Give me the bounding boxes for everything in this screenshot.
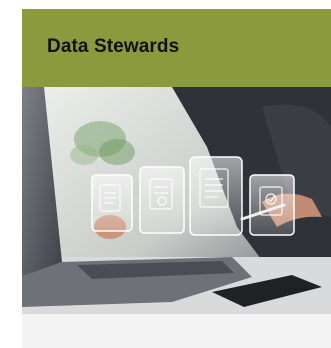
card-image	[22, 87, 331, 314]
data-stewards-card[interactable]: Data Stewards	[22, 9, 331, 348]
card-footer	[22, 314, 331, 348]
card-header: Data Stewards	[22, 9, 331, 87]
card-title: Data Stewards	[47, 36, 180, 57]
